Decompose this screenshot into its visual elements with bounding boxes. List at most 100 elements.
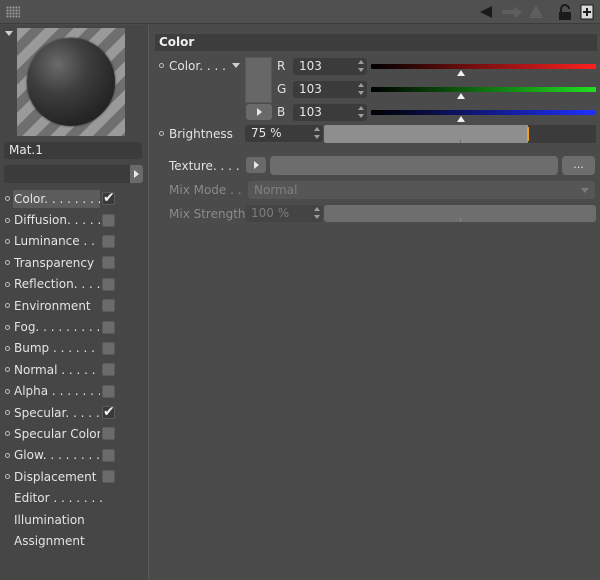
dropdown-arrow-icon[interactable] — [232, 63, 240, 68]
up-arrow-icon[interactable] — [528, 4, 544, 20]
channel-item[interactable]: Luminance . . . . — [0, 231, 149, 252]
channel-item[interactable]: Transparency — [0, 252, 149, 273]
brightness-input[interactable]: 75 % — [245, 125, 323, 142]
brightness-slider[interactable] — [324, 125, 596, 143]
slider-handle-icon[interactable] — [457, 116, 465, 122]
channel-label: Diffusion. . . . . . — [14, 213, 100, 228]
channel-checkbox[interactable] — [102, 341, 115, 355]
color-swatch[interactable] — [245, 57, 272, 103]
material-selector-button[interactable] — [130, 165, 143, 183]
play-triangle-icon — [256, 108, 262, 116]
channel-g-gradient-slider[interactable] — [371, 87, 596, 92]
channel-b-input[interactable]: 103 — [293, 104, 367, 121]
channel-item[interactable]: Normal . . . . . . . — [0, 359, 149, 380]
spinner-icon[interactable] — [358, 83, 364, 95]
channel-checkbox[interactable] — [102, 384, 115, 398]
channel-item[interactable]: Reflection. . . . . — [0, 274, 149, 295]
channel-item[interactable]: Color. . . . . . . . ✔ — [0, 188, 149, 209]
mix-strength-input[interactable]: 100 % — [245, 205, 323, 222]
channel-checkbox[interactable] — [102, 363, 115, 377]
spinner-icon[interactable] — [358, 60, 364, 72]
channel-checkbox[interactable] — [102, 277, 115, 291]
channel-value: 103 — [299, 105, 322, 119]
play-triangle-icon — [253, 161, 259, 169]
channel-b-gradient-slider[interactable] — [371, 110, 596, 115]
material-name-field[interactable]: Mat.1 — [4, 142, 142, 159]
channel-label: Specular. . . . . . — [14, 405, 100, 420]
texture-label: Texture. . . . — [169, 159, 240, 173]
channel-item[interactable]: Displacement — [0, 466, 149, 487]
spinner-icon[interactable] — [358, 106, 364, 118]
forward-arrow-icon[interactable] — [500, 4, 522, 20]
channel-checkbox[interactable] — [102, 213, 115, 227]
back-arrow-icon[interactable] — [478, 4, 494, 20]
channel-checkbox[interactable] — [102, 320, 115, 334]
channel-checkbox[interactable] — [102, 256, 115, 270]
channel-label: Glow. . . . . . . . . — [14, 448, 100, 463]
channel-checkbox[interactable] — [102, 470, 115, 484]
tool-item[interactable]: Illumination — [0, 509, 149, 530]
texture-browse-button[interactable]: ... — [562, 156, 595, 175]
spinner-icon[interactable] — [314, 127, 320, 139]
channel-item[interactable]: Diffusion. . . . . . — [0, 209, 149, 230]
collapse-arrow-icon[interactable] — [5, 31, 13, 36]
channel-item[interactable]: Glow. . . . . . . . . — [0, 445, 149, 466]
mix-mode-label: Mix Mode . . — [169, 183, 242, 197]
slider-handle-icon[interactable] — [457, 93, 465, 99]
channel-item[interactable]: Bump . . . . . . . . — [0, 338, 149, 359]
color-picker-button[interactable] — [246, 104, 272, 120]
channel-label: Displacement — [14, 469, 97, 484]
channel-dot-icon — [5, 367, 10, 373]
channel-g-input[interactable]: 103 — [293, 81, 367, 98]
channel-item[interactable]: Fog. . . . . . . . . . — [0, 316, 149, 337]
channel-dot-icon — [5, 303, 10, 309]
channel-dot-icon — [5, 260, 10, 266]
channel-checkbox[interactable]: ✔ — [102, 404, 115, 421]
checkmark-icon: ✔ — [103, 404, 115, 421]
animation-dot-icon[interactable] — [159, 131, 164, 136]
spinner-icon[interactable] — [314, 207, 320, 219]
texture-field[interactable] — [270, 156, 558, 175]
brightness-marker[interactable] — [527, 127, 529, 141]
channel-label: Alpha . . . . . . . . — [14, 384, 100, 399]
channel-item[interactable]: Specular Color — [0, 423, 149, 444]
material-sidebar: Mat.1 Color. . . . . . . . ✔ Diffusion. . … — [0, 25, 149, 580]
channel-dot-icon — [5, 431, 10, 437]
material-selector[interactable] — [4, 165, 130, 183]
channel-checkbox[interactable]: ✔ — [102, 190, 115, 207]
channel-dot-icon — [5, 196, 10, 202]
new-window-icon[interactable] — [580, 4, 594, 20]
channel-item[interactable]: Specular. . . . . . ✔ — [0, 402, 149, 423]
grip-icon[interactable] — [6, 6, 20, 18]
checkmark-icon: ✔ — [103, 190, 115, 207]
channel-checkbox[interactable] — [102, 299, 115, 313]
mix-mode-value: Normal — [254, 183, 298, 197]
top-toolbar — [0, 0, 600, 24]
slider-handle-icon[interactable] — [457, 70, 465, 76]
tool-item[interactable]: Assignment — [0, 530, 149, 551]
channel-checkbox[interactable] — [102, 448, 115, 462]
channel-checkbox[interactable] — [102, 427, 115, 441]
channel-dot-icon — [5, 452, 10, 458]
channel-dot-icon — [5, 410, 10, 416]
channel-label: Bump . . . . . . . . — [14, 341, 100, 356]
animation-dot-icon[interactable] — [159, 63, 164, 68]
channel-r-input[interactable]: 103 — [293, 58, 367, 75]
mix-strength-slider[interactable] — [324, 205, 596, 222]
brightness-label: Brightness — [169, 127, 233, 141]
play-triangle-icon — [134, 170, 139, 178]
channel-label: Specular Color — [14, 426, 100, 441]
channel-item[interactable]: Environment — [0, 295, 149, 316]
tool-label: Illumination — [14, 512, 85, 527]
material-preview[interactable] — [17, 28, 125, 136]
channel-checkbox[interactable] — [102, 234, 115, 248]
channel-dot-icon — [5, 388, 10, 394]
slider-tick — [460, 218, 461, 221]
texture-menu-button[interactable] — [246, 157, 266, 173]
channel-r-gradient-slider[interactable] — [371, 64, 596, 69]
channel-item[interactable]: Alpha . . . . . . . . — [0, 381, 149, 402]
channel-label: Environment — [14, 298, 91, 313]
lock-icon[interactable] — [558, 4, 572, 21]
tool-item[interactable]: Editor . . . . . . . — [0, 487, 149, 508]
mix-mode-select[interactable]: Normal — [248, 181, 595, 199]
